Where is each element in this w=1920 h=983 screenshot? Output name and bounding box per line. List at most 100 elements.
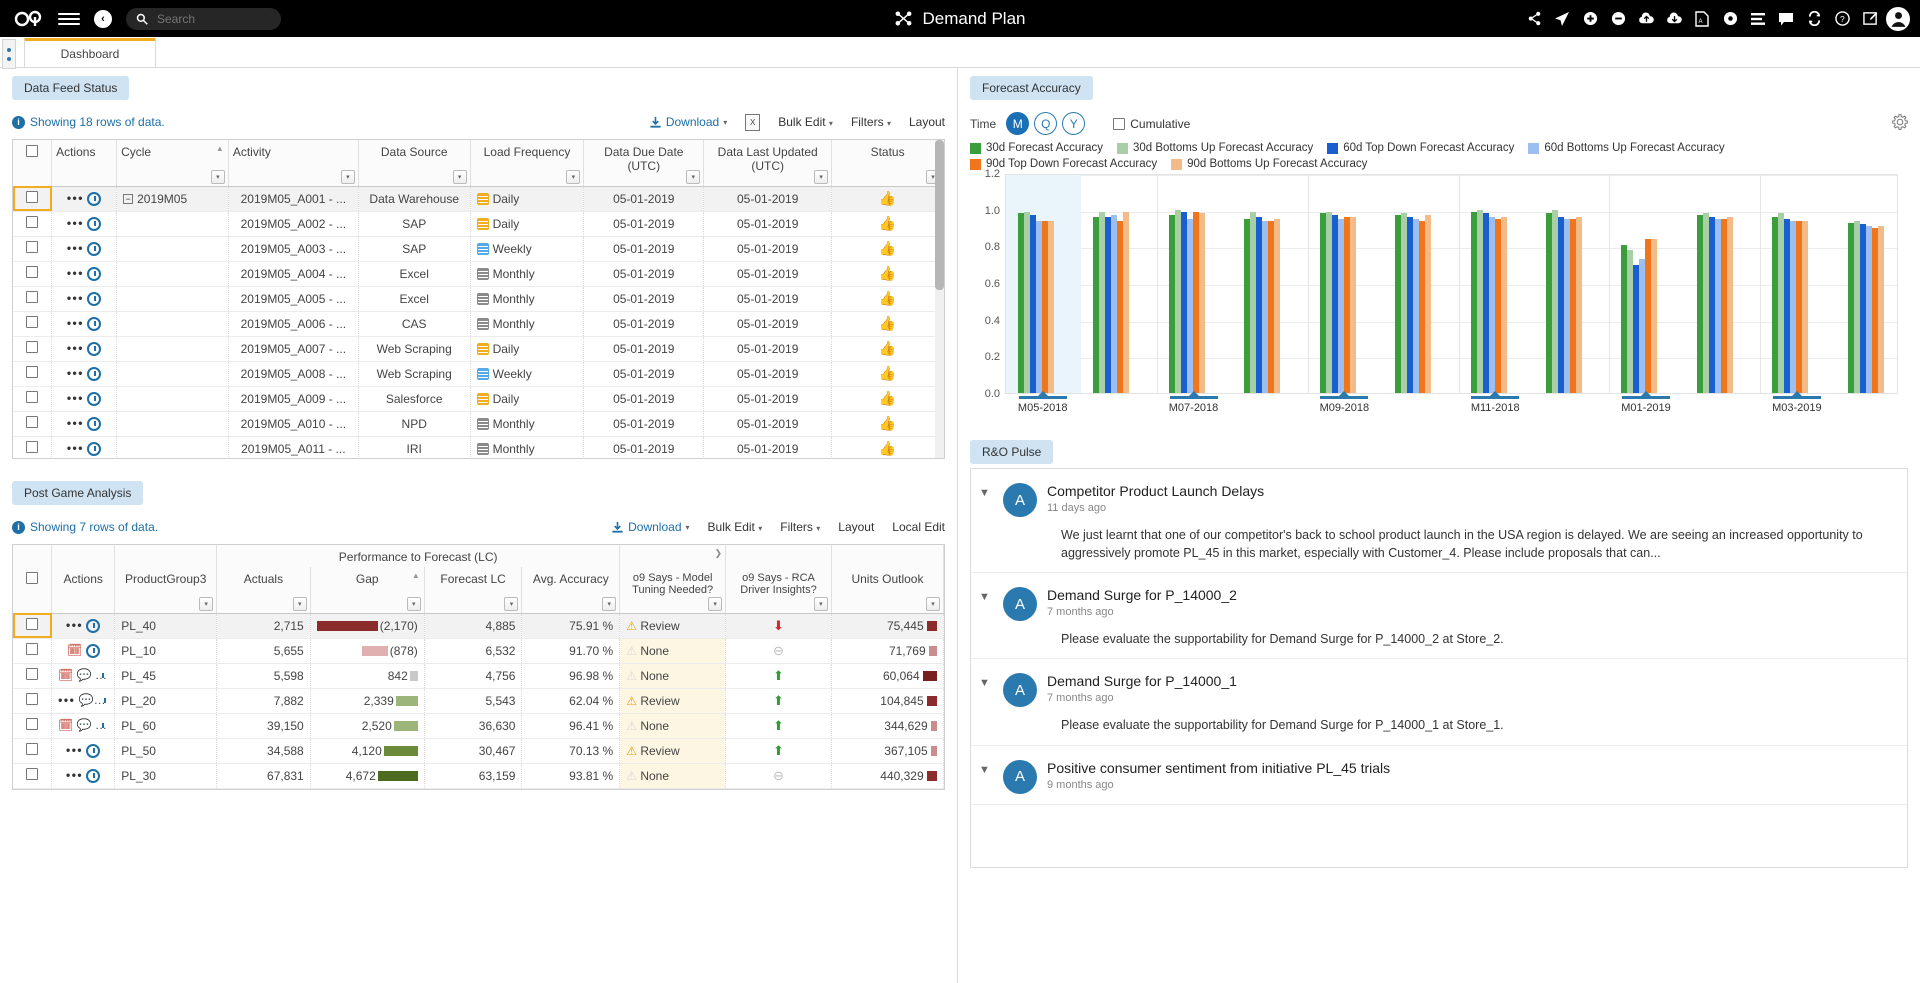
table-row[interactable]: ••• 2019M05_A008 - ...Web ScrapingWeekly… bbox=[13, 361, 944, 386]
cumulative-checkbox[interactable] bbox=[1113, 118, 1125, 130]
pdf-icon[interactable]: A bbox=[1690, 7, 1714, 31]
chevron-right-icon[interactable]: ❯ bbox=[715, 548, 723, 559]
row-select-cell[interactable] bbox=[13, 763, 52, 788]
row-actions-cell[interactable]: ••• bbox=[52, 738, 115, 763]
row-actions-cell[interactable]: 🗓 💬 bbox=[52, 663, 115, 688]
remove-circle-icon[interactable] bbox=[1606, 7, 1630, 31]
ro-pulse-item[interactable]: ▼ADemand Surge for P_14000_27 months ago… bbox=[971, 573, 1907, 659]
ro-pulse-chip[interactable]: R&O Pulse bbox=[970, 440, 1053, 464]
table-row[interactable]: ••• PL_3067,8314,67263,15993.81 %⚠ None⊖… bbox=[13, 763, 944, 788]
bar-group[interactable] bbox=[1320, 212, 1356, 394]
row-select-cell[interactable] bbox=[13, 638, 52, 663]
comment-icon[interactable]: 💬 bbox=[77, 668, 92, 682]
data-feed-vscroll-thumb[interactable] bbox=[935, 140, 944, 290]
row-select-cell[interactable] bbox=[13, 713, 52, 738]
history-clock-icon[interactable] bbox=[87, 217, 101, 231]
history-clock-icon[interactable] bbox=[95, 719, 109, 733]
row-select-cell[interactable] bbox=[13, 361, 52, 386]
help-icon[interactable]: ? bbox=[1830, 7, 1854, 31]
bar-group[interactable] bbox=[1697, 213, 1733, 393]
bar[interactable] bbox=[1048, 221, 1054, 393]
chevron-down-icon[interactable]: ▼ bbox=[979, 483, 993, 562]
row-select-cell[interactable] bbox=[13, 688, 52, 713]
select-all-header[interactable] bbox=[13, 140, 52, 186]
legend-item[interactable]: 60d Top Down Forecast Accuracy bbox=[1327, 142, 1514, 154]
history-clock-icon[interactable] bbox=[87, 317, 101, 331]
filter-button-actuals[interactable]: ▾ bbox=[293, 597, 307, 611]
table-row[interactable]: ••• PL_402,715(2,170)4,88575.91 %⚠ Revie… bbox=[13, 613, 944, 638]
bar-group[interactable] bbox=[1848, 221, 1884, 393]
row-checkbox[interactable] bbox=[26, 743, 38, 755]
more-actions-icon[interactable]: ••• bbox=[58, 693, 75, 707]
refresh-icon[interactable] bbox=[1802, 7, 1826, 31]
bar[interactable] bbox=[1727, 217, 1733, 393]
cloud-download-icon[interactable] bbox=[1662, 7, 1686, 31]
ro-pulse-title[interactable]: Competitor Product Launch Delays bbox=[1047, 483, 1893, 499]
filter-button-forecast-lc[interactable]: ▾ bbox=[504, 597, 518, 611]
legend-item[interactable]: 30d Bottoms Up Forecast Accuracy bbox=[1117, 142, 1313, 154]
bar[interactable] bbox=[1350, 217, 1356, 393]
table-row[interactable]: 🗓 💬 PL_455,5988424,75696.98 %⚠ None⬆60,0… bbox=[13, 663, 944, 688]
tab-dashboard[interactable]: Dashboard bbox=[24, 38, 156, 67]
share-icon[interactable] bbox=[1522, 7, 1546, 31]
list-icon[interactable] bbox=[1746, 7, 1770, 31]
bar[interactable] bbox=[1802, 221, 1808, 393]
chevron-down-icon[interactable]: ▼ bbox=[979, 673, 993, 734]
table-row[interactable]: ••• 2019M05_A003 - ...SAPWeekly05-01-201… bbox=[13, 236, 944, 261]
chevron-down-icon[interactable]: ▾ bbox=[686, 523, 690, 532]
filter-button-avg-accuracy[interactable]: ▾ bbox=[602, 597, 616, 611]
row-actions-cell[interactable]: ••• bbox=[52, 311, 117, 336]
avatar[interactable] bbox=[1886, 7, 1910, 31]
row-checkbox[interactable] bbox=[26, 366, 38, 378]
filter-button-rca-driver[interactable]: ▾ bbox=[814, 597, 828, 611]
legend-item[interactable]: 60d Bottoms Up Forecast Accuracy bbox=[1528, 142, 1724, 154]
history-clock-icon[interactable] bbox=[87, 267, 101, 281]
table-row[interactable]: 🗓 PL_105,655(878)6,53291.70 %⚠ None⊖71,7… bbox=[13, 638, 944, 663]
row-checkbox[interactable] bbox=[26, 191, 38, 203]
sort-asc-icon[interactable]: ▲ bbox=[412, 571, 420, 580]
ro-pulse-item[interactable]: ▼ACompetitor Product Launch Delays11 day… bbox=[971, 469, 1907, 573]
row-actions-cell[interactable]: ••• bbox=[52, 386, 117, 411]
row-checkbox[interactable] bbox=[26, 291, 38, 303]
record-icon[interactable] bbox=[1718, 7, 1742, 31]
gear-icon[interactable] bbox=[1892, 114, 1908, 134]
row-actions-cell[interactable]: ••• bbox=[52, 613, 115, 638]
row-actions-cell[interactable]: ••• bbox=[52, 411, 117, 436]
post-game-analysis-chip[interactable]: Post Game Analysis bbox=[12, 481, 143, 505]
chevron-down-icon[interactable]: ▾ bbox=[758, 524, 762, 533]
bar[interactable] bbox=[1651, 239, 1657, 393]
filter-button-productgroup3[interactable]: ▾ bbox=[199, 597, 213, 611]
comment-icon[interactable]: 💬 bbox=[77, 718, 92, 732]
chevron-down-icon[interactable]: ▾ bbox=[887, 119, 891, 128]
bar-group[interactable] bbox=[1621, 239, 1657, 393]
more-actions-icon[interactable]: ••• bbox=[67, 216, 84, 230]
row-actions-cell[interactable]: ••• bbox=[52, 186, 117, 211]
bar-group[interactable] bbox=[1093, 212, 1129, 394]
row-checkbox[interactable] bbox=[26, 768, 38, 780]
chevron-down-icon[interactable]: ▾ bbox=[816, 524, 820, 533]
row-checkbox[interactable] bbox=[26, 441, 38, 453]
o9-logo-icon[interactable] bbox=[12, 8, 46, 30]
cloud-upload-icon[interactable] bbox=[1634, 7, 1658, 31]
row-actions-cell[interactable]: ••• bbox=[52, 211, 117, 236]
row-checkbox[interactable] bbox=[26, 316, 38, 328]
bar[interactable] bbox=[1425, 215, 1431, 393]
add-circle-icon[interactable] bbox=[1578, 7, 1602, 31]
data-feed-layout-button[interactable]: Layout bbox=[909, 115, 945, 129]
row-select-cell[interactable] bbox=[13, 211, 52, 236]
post-game-layout-button[interactable]: Layout bbox=[838, 520, 874, 534]
more-actions-icon[interactable]: ••• bbox=[67, 341, 84, 355]
bar-group[interactable] bbox=[1772, 213, 1808, 393]
row-checkbox[interactable] bbox=[26, 341, 38, 353]
row-actions-cell[interactable]: ••• bbox=[52, 763, 115, 788]
history-clock-icon[interactable] bbox=[87, 242, 101, 256]
row-checkbox[interactable] bbox=[26, 241, 38, 253]
bar[interactable] bbox=[1123, 212, 1129, 394]
more-actions-icon[interactable]: ••• bbox=[67, 391, 84, 405]
group-header-scroll[interactable]: ❯ bbox=[620, 545, 726, 567]
row-select-cell[interactable] bbox=[13, 386, 52, 411]
comment-icon[interactable]: 💬 bbox=[79, 693, 106, 707]
time-option-y[interactable]: Y bbox=[1062, 112, 1085, 135]
table-row[interactable]: 🗓 💬 PL_6039,1502,52036,63096.41 %⚠ None⬆… bbox=[13, 713, 944, 738]
back-icon[interactable]: ‹ bbox=[94, 10, 112, 28]
